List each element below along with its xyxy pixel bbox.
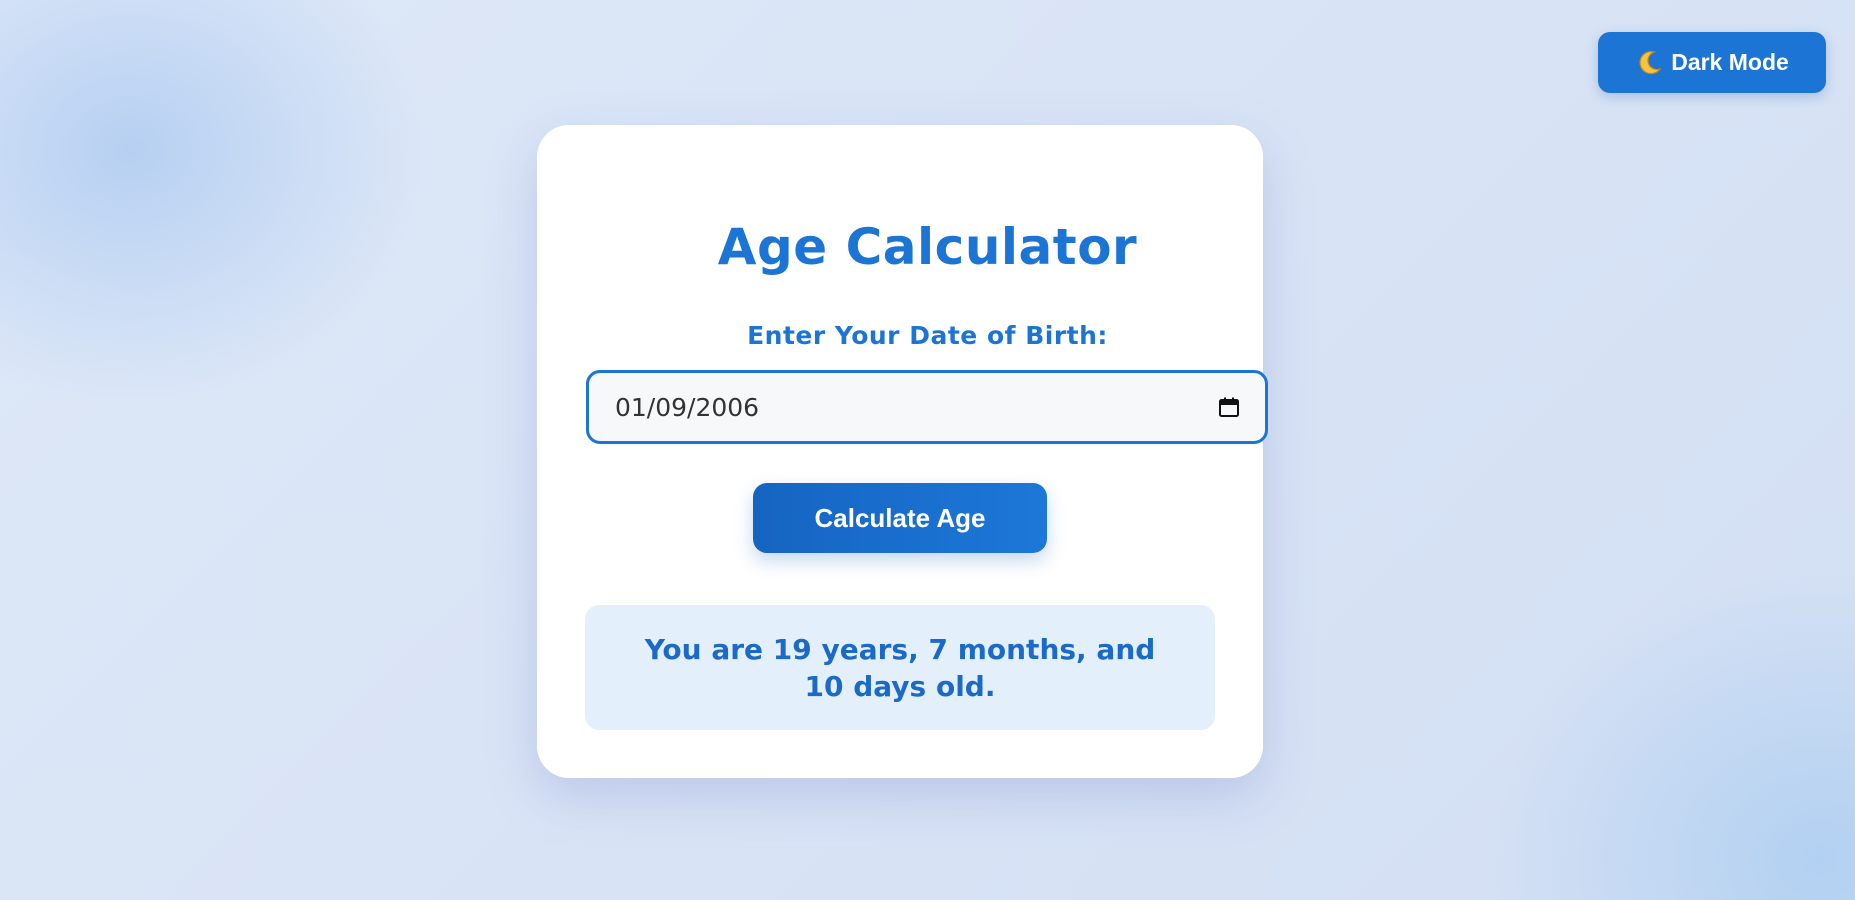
date-of-birth-input[interactable]: 01/09/2006 [586, 370, 1268, 444]
result-box: You are 19 years, 7 months, and 10 days … [585, 605, 1215, 730]
calculate-age-button[interactable]: Calculate Age [753, 483, 1047, 553]
dark-mode-label: Dark Mode [1671, 49, 1789, 75]
calendar-icon[interactable] [1217, 395, 1241, 419]
result-text: You are 19 years, 7 months, and 10 days … [644, 632, 1156, 703]
dark-mode-toggle-button[interactable]: Dark Mode [1598, 32, 1826, 93]
moon-icon [1635, 49, 1663, 77]
date-of-birth-label: Enter Your Date of Birth: [747, 321, 1108, 350]
date-of-birth-value[interactable]: 01/09/2006 [615, 393, 1217, 422]
page-title: Age Calculator [717, 218, 1138, 276]
